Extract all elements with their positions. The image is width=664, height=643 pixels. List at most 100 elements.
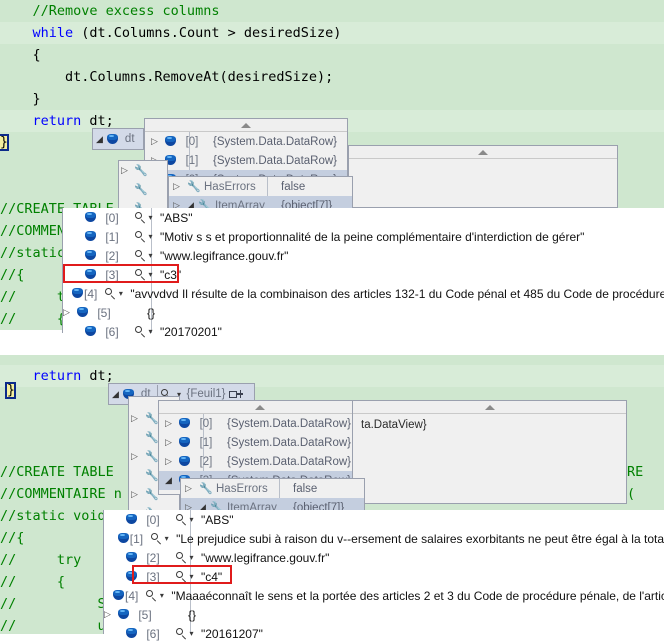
expander-icon[interactable]: ▷: [131, 413, 145, 424]
chevron-down-icon[interactable]: ▾: [157, 590, 166, 601]
list-item[interactable]: ▷ [5] {}: [104, 605, 664, 624]
wrench-icon: 🔧: [199, 482, 213, 495]
list-item[interactable]: [0] ▾ "ABS": [63, 208, 664, 227]
highlight-box-top: [63, 264, 179, 283]
code-line-while: while (dt.Columns.Count > desiredSize): [0, 22, 664, 44]
magnifier-icon[interactable]: [146, 590, 157, 601]
list-item[interactable]: [4] ▾ "avvvdvd Il résulte de la combinai…: [63, 284, 664, 303]
object-icon: [71, 288, 84, 299]
row-index: [1]: [199, 436, 213, 449]
wrench-icon: 🔧: [145, 431, 159, 444]
expander-icon[interactable]: ◢: [96, 134, 103, 145]
object-icon: [178, 437, 191, 448]
dataview-row: ta.DataView}: [353, 415, 626, 434]
list-item[interactable]: [1] ▾ "Motiv s s et proportionnalité de …: [63, 227, 664, 246]
object-icon: [84, 212, 97, 223]
expander-icon[interactable]: ▷: [159, 437, 178, 448]
chevron-up-icon: [241, 123, 251, 128]
array-index: [5]: [138, 607, 152, 622]
array-value: "Motiv s s et proportionnalité de la pei…: [160, 229, 585, 244]
array-value: {}: [188, 607, 197, 622]
datatip-header-top[interactable]: ◢ dt: [92, 128, 144, 150]
array-index: [5]: [97, 305, 111, 320]
magnifier-icon[interactable]: [135, 212, 146, 223]
expander-icon[interactable]: ◢: [112, 389, 119, 400]
expander-icon[interactable]: ▷: [159, 418, 178, 429]
wrench-icon: 🔧: [134, 164, 148, 177]
row-value: {System.Data.DataRow}: [213, 154, 338, 167]
chevron-down-icon[interactable]: ▾: [146, 326, 155, 337]
array-value: "ABS": [160, 210, 193, 225]
table-row[interactable]: ▷ [0] {System.Data.DataRow}: [159, 414, 361, 433]
array-index: [6]: [105, 324, 119, 339]
object-icon: [125, 514, 138, 525]
chevron-down-icon[interactable]: ▾: [187, 552, 196, 563]
expander-icon[interactable]: ▷: [63, 307, 76, 318]
array-index: [1]: [105, 229, 119, 244]
expander-icon[interactable]: ▷: [145, 136, 164, 147]
list-item[interactable]: [6] ▾ "20170201": [63, 322, 664, 341]
wrench-icon: 🔧: [187, 180, 201, 193]
pin-icon[interactable]: [228, 389, 244, 400]
datatip-variable-name: dt: [124, 133, 135, 145]
row-value: {System.Data.DataRow}: [227, 417, 352, 430]
chevron-down-icon[interactable]: ▾: [116, 288, 125, 299]
array-value: "Le prejudice subi à raison du v--erseme…: [176, 531, 664, 546]
expander-icon[interactable]: ▷: [104, 609, 117, 620]
highlight-box-bottom: [132, 565, 232, 584]
member-row[interactable]: ▷ 🔧 HasErrors false: [181, 479, 364, 498]
magnifier-icon[interactable]: [151, 533, 162, 544]
expander-icon[interactable]: ▷: [131, 451, 145, 462]
table-row[interactable]: ▷ [1] {System.Data.DataRow}: [159, 433, 361, 452]
expander-icon[interactable]: ▷: [131, 489, 145, 500]
scroll-up-button[interactable]: [349, 146, 617, 159]
array-value: "20170201": [160, 324, 222, 339]
datatip-secondary-panel-top[interactable]: [348, 145, 618, 208]
magnifier-icon[interactable]: [176, 514, 187, 525]
expander-icon[interactable]: ▷: [181, 483, 199, 494]
array-index: [4]: [125, 588, 139, 603]
wrench-icon: 🔧: [145, 469, 159, 482]
array-value: "www.legifrance.gouv.fr": [201, 550, 330, 565]
expander-icon[interactable]: ◢: [159, 475, 178, 486]
chevron-down-icon[interactable]: ▾: [162, 533, 171, 544]
code-fragment-right: RE: [627, 464, 644, 480]
dataview-value: ta.DataView}: [361, 418, 427, 431]
object-icon: [125, 552, 138, 563]
expander-icon[interactable]: ▷: [169, 181, 187, 192]
magnifier-icon[interactable]: [135, 231, 146, 242]
chevron-down-icon[interactable]: ▾: [187, 514, 196, 525]
scroll-up-button[interactable]: [145, 119, 347, 132]
scroll-up-button[interactable]: [353, 401, 626, 414]
expander-icon[interactable]: ▷: [159, 456, 178, 467]
code-fragment-right: (: [627, 486, 636, 502]
chevron-down-icon[interactable]: ▾: [146, 250, 155, 261]
chevron-down-icon[interactable]: ▾: [146, 231, 155, 242]
object-icon: [178, 418, 191, 429]
row-value: {System.Data.DataRow}: [213, 135, 338, 148]
object-icon: [117, 533, 130, 544]
chevron-up-icon: [484, 405, 495, 410]
list-item[interactable]: ▷ [5] {}: [63, 303, 664, 322]
list-item[interactable]: [1] ▾ "Le prejudice subi à raison du v--…: [104, 529, 664, 548]
code-line: }: [0, 91, 41, 107]
chevron-down-icon[interactable]: ▾: [146, 212, 155, 223]
table-row[interactable]: ▷ [1] {System.Data.DataRow}: [145, 151, 347, 170]
list-item[interactable]: [0] ▾ "ABS": [104, 510, 664, 529]
magnifier-icon[interactable]: [135, 326, 146, 337]
member-row[interactable]: ▷ 🔧 HasErrors false: [169, 177, 352, 196]
magnifier-icon[interactable]: [176, 552, 187, 563]
magnifier-icon[interactable]: [135, 250, 146, 261]
object-icon: [112, 590, 125, 601]
array-value: "Maaaéconnaît le sens et la portée des a…: [171, 588, 664, 603]
object-icon: [84, 231, 97, 242]
list-item[interactable]: [4] ▾ "Maaaéconnaît le sens et la portée…: [104, 586, 664, 605]
gutter-row: ▷ 🔧: [119, 161, 167, 180]
list-item[interactable]: [2] ▾ "www.legifrance.gouv.fr": [63, 246, 664, 265]
scroll-up-button[interactable]: [159, 401, 361, 414]
datatip-dataview-panel[interactable]: ta.DataView}: [352, 400, 627, 504]
table-row[interactable]: ▷ [0] {System.Data.DataRow}: [145, 132, 347, 151]
magnifier-icon[interactable]: [105, 288, 116, 299]
table-row[interactable]: ▷ [2] {System.Data.DataRow}: [159, 452, 361, 471]
expander-icon[interactable]: ▷: [121, 165, 134, 176]
